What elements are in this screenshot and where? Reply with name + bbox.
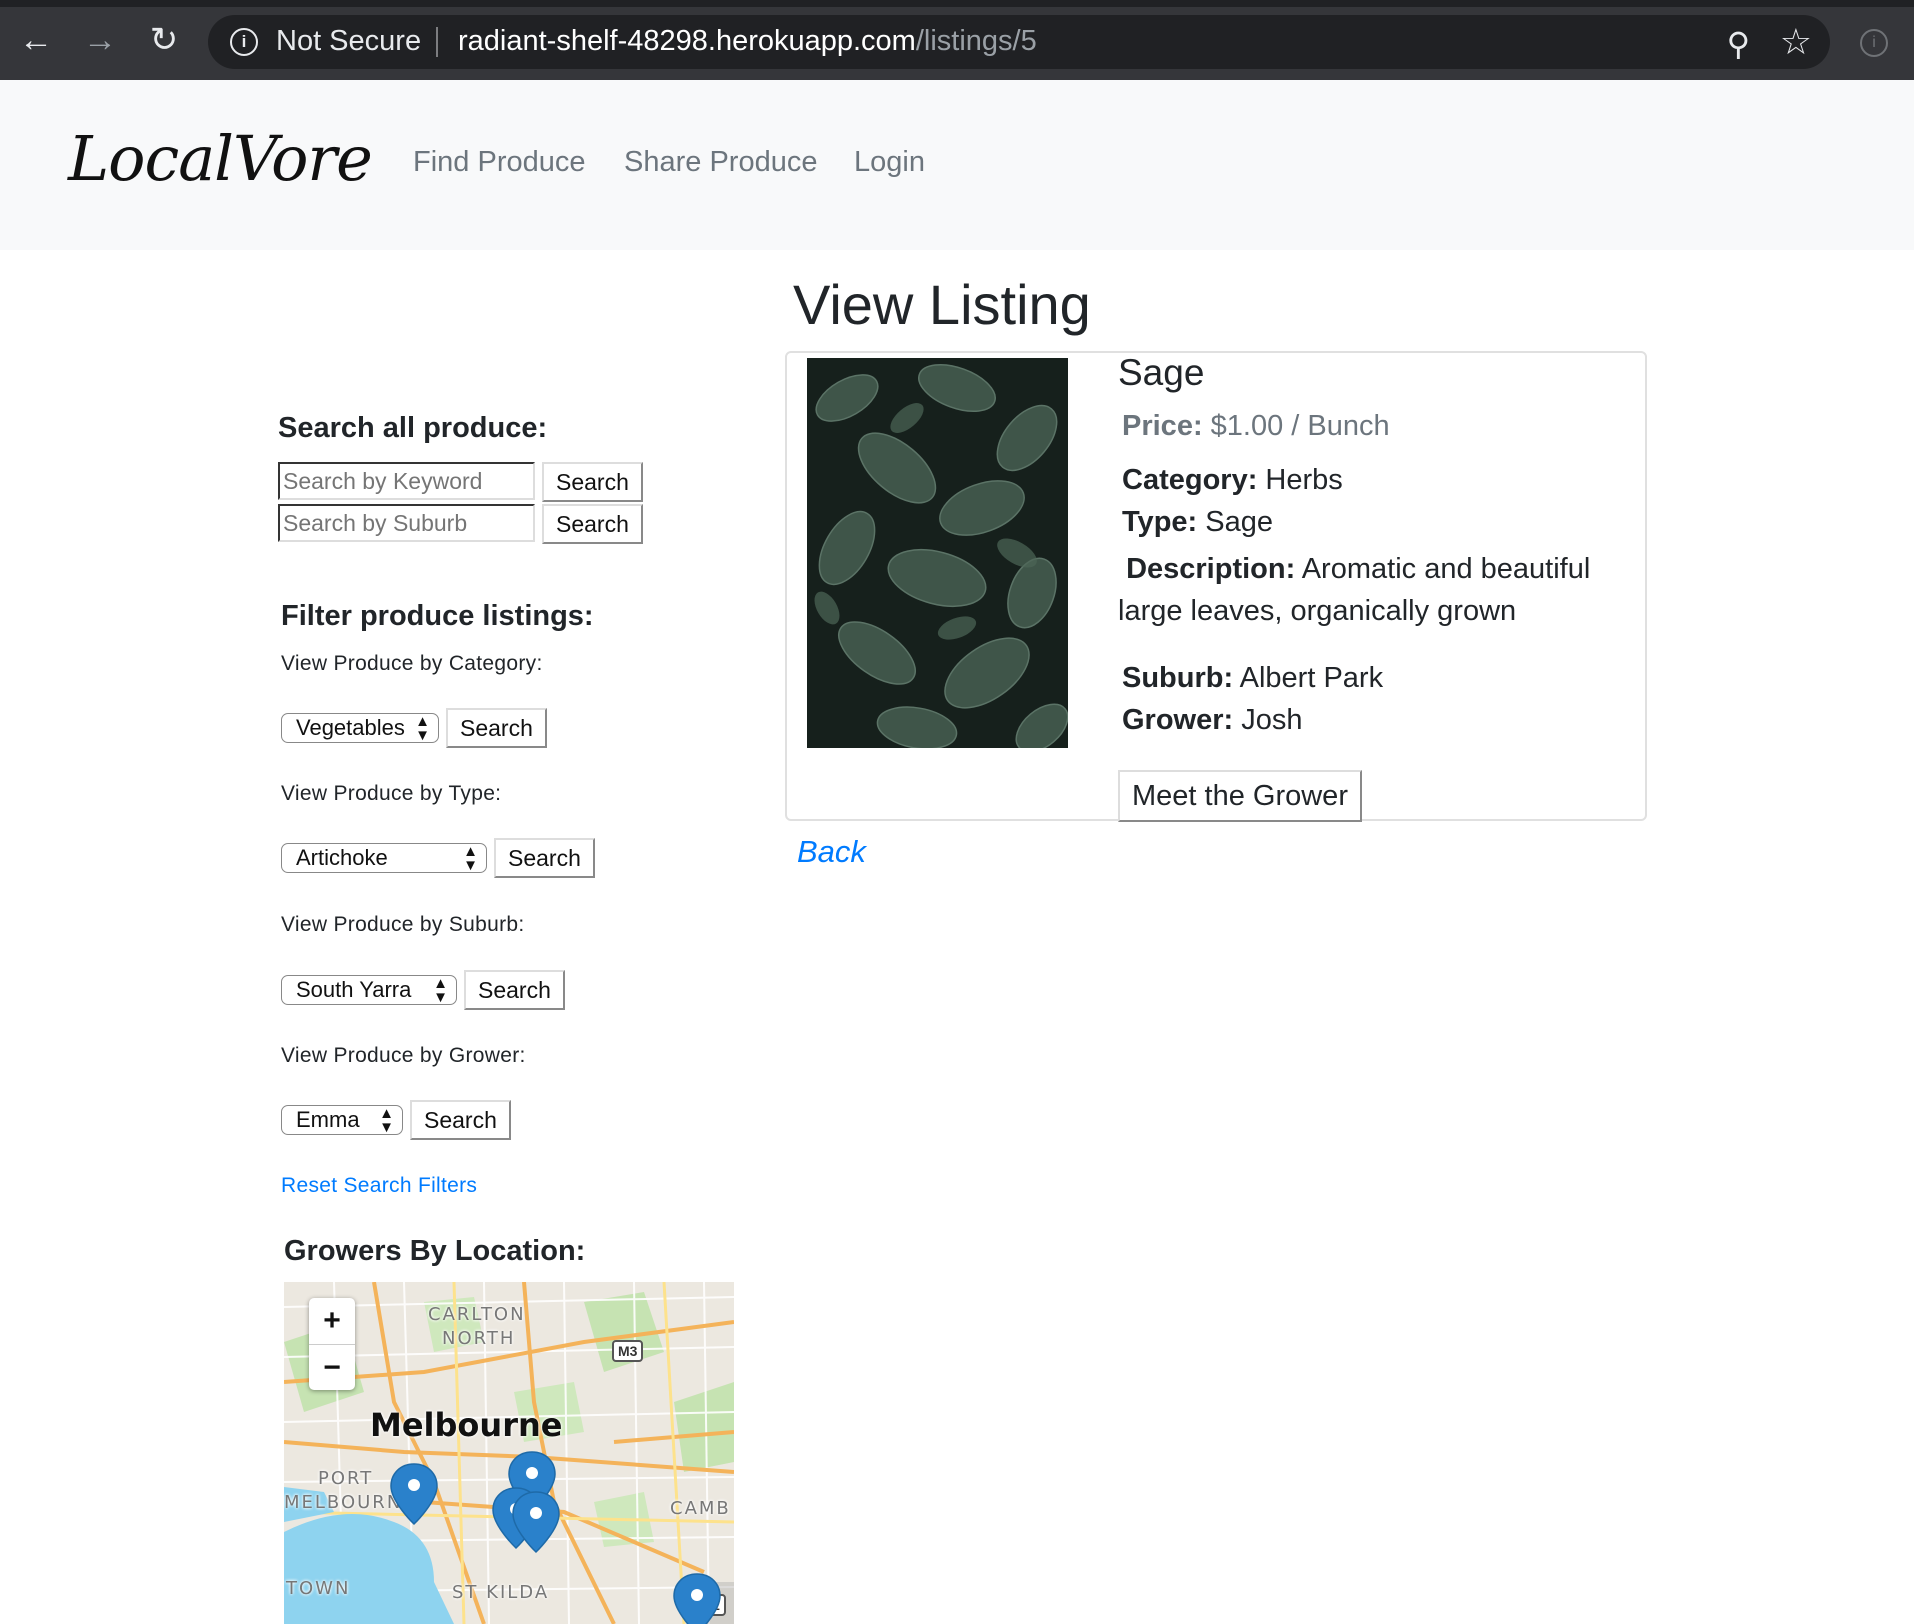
route-shield-m3: M3 (612, 1340, 644, 1362)
nav-login[interactable]: Login (854, 146, 925, 179)
suburb-select[interactable]: South Yarra ▲ ▼ (281, 975, 457, 1005)
browser-toolbar: ← → ↻ i Not Secure radiant-shelf-48298.h… (0, 0, 1914, 80)
map-zoom-control: + − (309, 1298, 355, 1390)
map-zoom-out-button[interactable]: − (309, 1345, 355, 1391)
select-arrows-icon: ▲ ▼ (415, 713, 430, 744)
grower-selected: Emma (296, 1107, 360, 1132)
nav-find-produce[interactable]: Find Produce (413, 146, 586, 179)
price-value: $1.00 / Bunch (1210, 410, 1390, 442)
url-host: radiant-shelf-48298.herokuapp.com (458, 25, 916, 57)
produce-photo (807, 358, 1068, 748)
filter-heading: Filter produce listings: (281, 600, 594, 632)
type-line: Type: Sage (1122, 506, 1273, 539)
category-select[interactable]: Vegetables ▲ ▼ (281, 713, 439, 743)
reload-icon[interactable]: ↻ (146, 22, 182, 58)
category-filter-label: View Produce by Category: (281, 652, 543, 675)
url-text[interactable]: radiant-shelf-48298.herokuapp.com/listin… (458, 25, 1037, 58)
map-label-st-kilda: ST KILDA (452, 1582, 550, 1603)
type-search-button[interactable]: Search (494, 838, 595, 878)
price-label: Price: (1122, 410, 1203, 442)
map-label-port: PORT (318, 1468, 374, 1489)
url-path: /listings/5 (915, 25, 1037, 57)
map-label-port-melbourne: MELBOURN (284, 1492, 403, 1513)
back-link[interactable]: Back (797, 834, 866, 870)
growers-map[interactable]: + − CARLTON NORTH M3 Melbourne PORT MELB… (284, 1282, 734, 1624)
brand-logo[interactable]: LocalVore (68, 122, 373, 195)
type-selected: Artichoke (296, 845, 388, 870)
extension-icon[interactable]: i (1860, 29, 1888, 57)
map-zoom-in-button[interactable]: + (309, 1298, 355, 1345)
grower-label: Grower: (1122, 704, 1234, 736)
suburb-filter-search-button[interactable]: Search (464, 970, 565, 1010)
category-value: Herbs (1265, 464, 1343, 496)
type-filter-label: View Produce by Type: (281, 782, 502, 805)
select-arrows-icon: ▲ ▼ (379, 1105, 394, 1136)
nav-share-produce[interactable]: Share Produce (624, 146, 817, 179)
grower-line: Grower: Josh (1122, 704, 1303, 737)
meet-grower-button[interactable]: Meet the Grower (1118, 770, 1362, 822)
back-arrow-icon[interactable]: ← (18, 22, 54, 58)
price-line: Price: $1.00 / Bunch (1122, 410, 1390, 443)
keyword-search-input[interactable] (278, 462, 535, 500)
description-label: Description: (1126, 553, 1296, 585)
grower-select[interactable]: Emma ▲ ▼ (281, 1105, 403, 1135)
map-label-melbourne: Melbourne (370, 1406, 563, 1444)
search-heading: Search all produce: (278, 412, 548, 444)
address-bar[interactable]: i Not Secure radiant-shelf-48298.herokua… (208, 15, 1830, 69)
grower-filter-label: View Produce by Grower: (281, 1044, 526, 1067)
map-label-carlton: CARLTON (428, 1304, 526, 1325)
category-selected: Vegetables (296, 715, 405, 740)
bookmark-star-icon[interactable]: ☆ (1780, 21, 1812, 63)
category-label: Category: (1122, 464, 1258, 496)
type-label: Type: (1122, 506, 1198, 538)
suburb-selected: South Yarra (296, 977, 412, 1002)
map-label-north: NORTH (442, 1328, 516, 1349)
info-icon[interactable]: i (230, 28, 258, 56)
suburb-search-input[interactable] (278, 504, 535, 542)
address-separator (436, 27, 438, 57)
security-label[interactable]: Not Secure (276, 25, 421, 58)
zoom-icon[interactable]: ⚲ (1727, 25, 1750, 63)
grower-search-button[interactable]: Search (410, 1100, 511, 1140)
suburb-filter-label: View Produce by Suburb: (281, 913, 525, 936)
page-title: View Listing (793, 273, 1091, 336)
map-label-camb: CAMB (670, 1498, 731, 1519)
keyword-search-button[interactable]: Search (542, 462, 643, 502)
tab-strip-edge (0, 0, 1914, 7)
select-arrows-icon: ▲ ▼ (463, 843, 478, 874)
listing-title: Sage (1118, 352, 1205, 393)
select-arrows-icon: ▲ ▼ (433, 975, 448, 1006)
type-select[interactable]: Artichoke ▲ ▼ (281, 843, 487, 873)
map-heading: Growers By Location: (284, 1235, 586, 1267)
site-navbar: LocalVore Find Produce Share Produce Log… (0, 80, 1914, 250)
suburb-line: Suburb: Albert Park (1122, 662, 1383, 695)
description-line: Description: Aromatic and beautiful larg… (1118, 548, 1638, 632)
suburb-label: Suburb: (1122, 662, 1234, 694)
suburb-search-button[interactable]: Search (542, 504, 643, 544)
forward-arrow-icon[interactable]: → (82, 22, 118, 58)
suburb-value: Albert Park (1239, 662, 1384, 694)
sage-leaves-image (807, 358, 1068, 748)
grower-value: Josh (1241, 704, 1303, 736)
category-line: Category: Herbs (1122, 464, 1343, 497)
map-label-town: TOWN (286, 1578, 351, 1599)
type-value: Sage (1205, 506, 1273, 538)
reset-filters-link[interactable]: Reset Search Filters (281, 1174, 477, 1198)
route-shield-1: 1 (706, 1594, 726, 1616)
category-search-button[interactable]: Search (446, 708, 547, 748)
